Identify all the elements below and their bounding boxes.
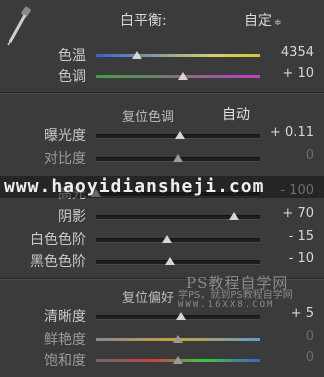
slider-value[interactable]: - 15 [289,229,314,244]
white-balance-value: 自定 [244,13,272,29]
watermark-url: www.haoyidiansheji.com [0,176,324,198]
slider-thumb[interactable] [161,235,172,243]
slider-thumb[interactable] [174,131,185,139]
slider-label: 色温 [58,48,86,64]
white-balance-label: 白平衡: [120,13,167,29]
section-divider [0,92,324,94]
slider-thumb[interactable] [177,72,188,80]
slider-thumb[interactable] [164,257,175,265]
slider-value[interactable]: 0 [306,148,314,163]
slider-value[interactable]: + 10 [282,66,314,81]
slider-label: 鲜艳度 [44,332,86,348]
slider-label: 饱和度 [44,353,86,369]
auto-tone-button[interactable]: 自动 [222,104,250,124]
slider-label: 阴影 [58,209,86,225]
slider-thumb[interactable] [173,335,183,343]
slider-track[interactable] [96,54,260,57]
watermark-site-url: WWW.16XX8.COM [178,300,275,310]
slider-thumb[interactable] [173,154,183,162]
reset-tone-button[interactable]: 复位色调 [122,106,174,125]
slider-label: 对比度 [44,151,86,167]
slider-value[interactable]: + 5 [291,306,314,321]
slider-thumb[interactable] [176,312,187,320]
slider-label: 清晰度 [44,309,86,325]
white-balance-dropdown[interactable]: 自定 ≑ [244,10,282,30]
white-balance-eyedropper-icon[interactable] [6,6,32,46]
slider-value[interactable]: 4354 [281,45,314,60]
slider-value[interactable]: + 0.11 [270,125,314,140]
dropdown-arrow-icon: ≑ [274,18,282,28]
slider-value[interactable]: 0 [306,350,314,365]
watermark-slogan: 学PS，就到PS教程自学网 [178,290,293,301]
slider-track[interactable] [96,260,260,265]
slider-label: 黑色色阶 [30,254,86,270]
slider-label: 曝光度 [44,128,86,144]
slider-track[interactable] [96,238,260,243]
slider-label: 白色色阶 [30,232,86,248]
slider-label: 色调 [58,69,86,85]
slider-value[interactable]: - 10 [289,251,314,266]
slider-thumb[interactable] [228,212,239,220]
slider-thumb[interactable] [132,51,142,59]
slider-thumb[interactable] [173,356,183,364]
slider-value[interactable]: 0 [306,329,314,344]
slider-value[interactable]: + 70 [282,206,314,221]
reset-presence-button[interactable]: 复位偏好 [122,287,174,306]
